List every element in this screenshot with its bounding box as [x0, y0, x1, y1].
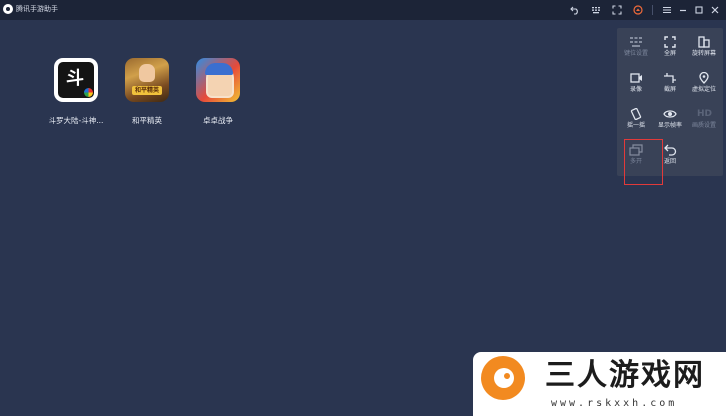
panel-label: 全屏 [663, 50, 676, 57]
panel-item-location[interactable]: 虚拟定位 [687, 66, 721, 100]
panel-item-multi-instance[interactable]: 多开 [619, 138, 653, 172]
zhuozhuo-war-icon [196, 58, 240, 102]
douluo-dalu-icon: 斗 [54, 58, 98, 102]
panel-label: 显示帧率 [657, 122, 682, 129]
maximize-icon[interactable] [691, 2, 707, 18]
panel-item-quality[interactable]: HD 画质设置 [687, 102, 721, 136]
screenshot-icon [663, 72, 677, 84]
video-record-icon [629, 72, 643, 84]
multi-instance-icon [629, 144, 643, 156]
return-icon [663, 144, 677, 156]
minimize-icon[interactable] [675, 2, 691, 18]
panel-label: 录像 [629, 86, 642, 93]
side-tool-panel: 键位设置 全屏 旋转屏幕 录像 截屏 虚拟定位 摇一摇 显示帧率 HD 画质设置… [617, 28, 723, 176]
keyboard-icon[interactable] [588, 2, 604, 18]
fullscreen-icon [663, 36, 677, 48]
heping-jingying-icon: 和平精英 [125, 58, 169, 102]
panel-label: 多开 [629, 158, 642, 165]
panel-item-rotate[interactable]: 旋转屏幕 [687, 30, 721, 64]
watermark-url: www.rskxxh.com [551, 398, 678, 409]
panel-label: 画质设置 [691, 122, 716, 129]
panel-label: 返回 [663, 158, 676, 165]
panel-label: 旋转屏幕 [691, 50, 716, 57]
app-title: 腾讯手游助手 [16, 5, 58, 13]
panel-item-keymap[interactable]: 键位设置 [619, 30, 653, 64]
panel-item-return[interactable]: 返回 [653, 138, 687, 172]
close-icon[interactable] [707, 2, 723, 18]
game-label: 卓卓战争 [203, 116, 233, 125]
panel-item-fullscreen[interactable]: 全屏 [653, 30, 687, 64]
rotate-screen-icon [697, 36, 711, 48]
bell-icon[interactable] [630, 2, 646, 18]
panel-item-shake[interactable]: 摇一摇 [619, 102, 653, 136]
game-label: 和平精英 [132, 116, 162, 125]
panel-label: 截屏 [663, 86, 676, 93]
fullscreen-icon[interactable] [609, 2, 625, 18]
game-icon-badge: 和平精英 [132, 86, 162, 95]
game-shortcut-zhuozhuo[interactable]: 卓卓战争 [181, 58, 255, 130]
shake-icon [629, 108, 643, 120]
titlebar-divider [652, 5, 653, 15]
app-logo-icon [3, 4, 13, 14]
game-shortcut-douluo[interactable]: 斗 斗罗大陆-斗神... [39, 58, 113, 130]
location-icon [697, 72, 711, 84]
fps-icon [663, 108, 677, 120]
hd-icon: HD [697, 109, 713, 119]
panel-item-record[interactable]: 录像 [619, 66, 653, 100]
panel-label: 虚拟定位 [691, 86, 716, 93]
panel-label: 摇一摇 [626, 122, 645, 129]
back-icon[interactable] [567, 2, 583, 18]
watermark-logo-icon [481, 356, 525, 400]
keymap-icon [629, 36, 643, 48]
menu-icon[interactable] [659, 2, 675, 18]
game-shortcut-hepingjingying[interactable]: 和平精英 和平精英 [110, 58, 184, 130]
panel-item-screenshot[interactable]: 截屏 [653, 66, 687, 100]
panel-item-fps[interactable]: 显示帧率 [653, 102, 687, 136]
watermark: 三人游戏网 www.rskxxh.com [473, 352, 726, 416]
watermark-name: 三人游戏网 [545, 358, 705, 393]
panel-label: 键位设置 [623, 50, 648, 57]
title-bar: 腾讯手游助手 [0, 0, 726, 20]
game-label: 斗罗大陆-斗神... [48, 116, 104, 125]
